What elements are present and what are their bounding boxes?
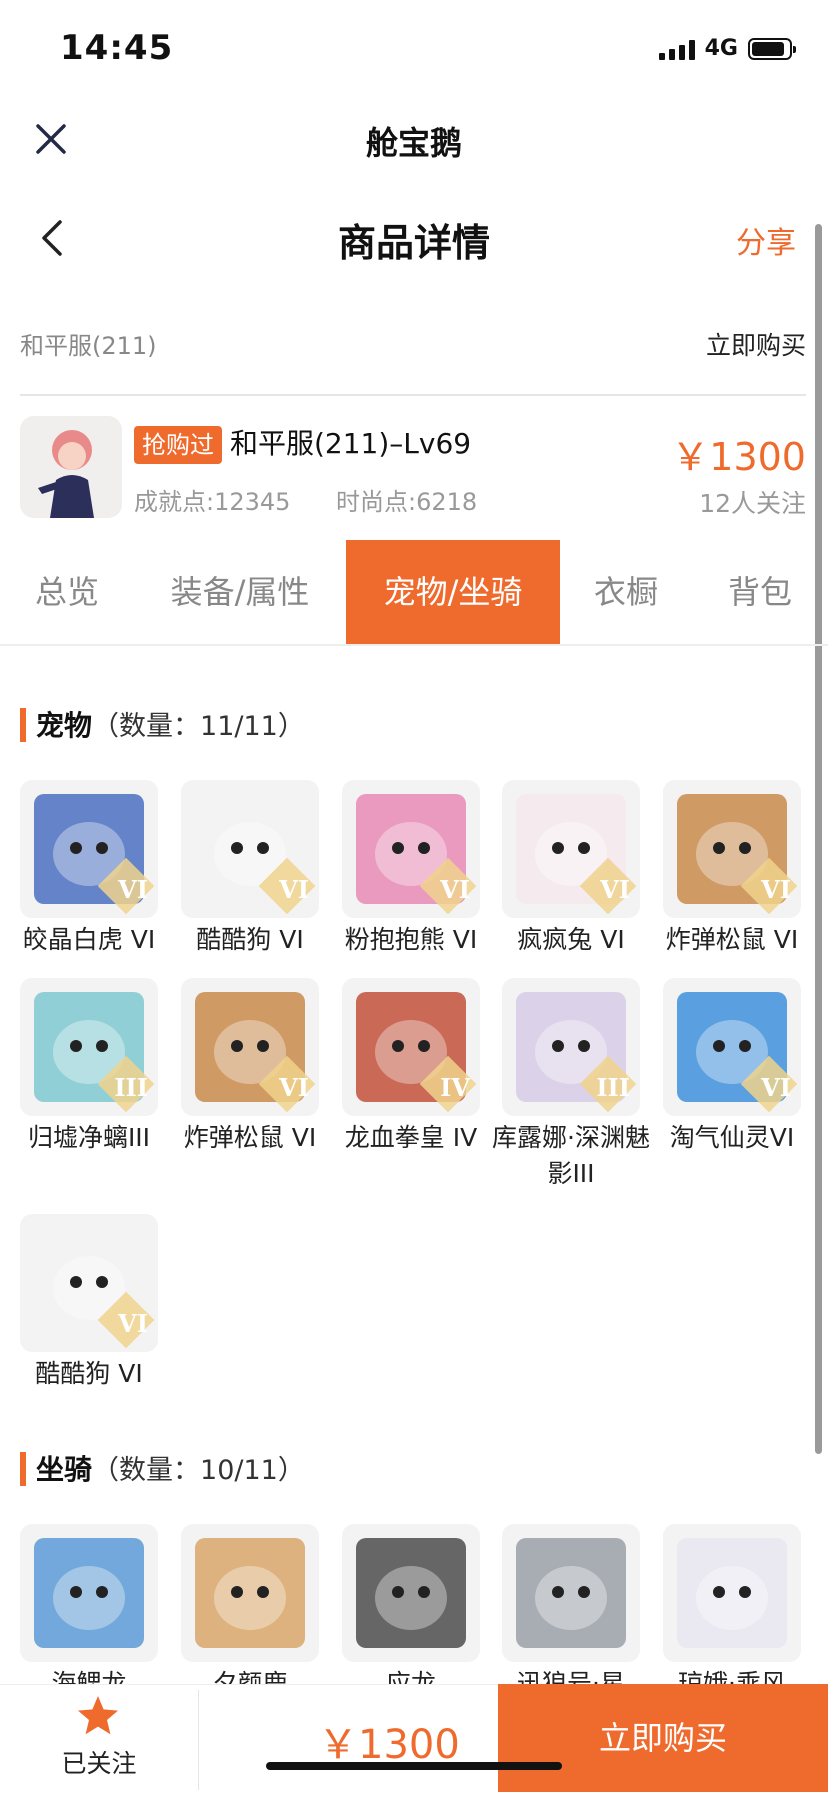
- follow-label[interactable]: 已关注: [0, 1744, 198, 1780]
- follower-count: 12人关注: [699, 489, 806, 518]
- pet-card[interactable]: VI: [181, 978, 319, 1116]
- rank-label: VI: [761, 875, 791, 904]
- mounts-section-title: 坐骑: [36, 1453, 93, 1486]
- network-type: 4G: [704, 36, 738, 61]
- pet-name: 炸弹松鼠 VI: [183, 1123, 317, 1152]
- pet-card[interactable]: VI: [181, 780, 319, 918]
- tab-overview[interactable]: 总览: [0, 540, 134, 644]
- pet-name: 酷酷狗 VI: [35, 1359, 143, 1388]
- pets-section-header: 宠物 （数量：11/11）: [36, 704, 305, 744]
- tab-pets-mounts[interactable]: 宠物/坐骑: [346, 540, 560, 644]
- mount-card[interactable]: [20, 1524, 158, 1662]
- app-title: 舱宝鹅: [365, 124, 462, 162]
- product-name: 和平服(211)–Lv69: [230, 427, 472, 460]
- mount-card[interactable]: [502, 1524, 640, 1662]
- rank-label: VI: [600, 875, 630, 904]
- pet-name: 淘气仙灵VI: [669, 1123, 795, 1152]
- pets-section-title: 宠物: [36, 709, 93, 742]
- rank-label: III: [596, 1073, 630, 1102]
- pet-name: 库露娜·深渊魅影III: [492, 1123, 650, 1188]
- pet-card[interactable]: III: [502, 978, 640, 1116]
- pet-card[interactable]: IV: [342, 978, 480, 1116]
- rank-label: VI: [279, 1073, 309, 1102]
- status-time: 14:45: [60, 28, 174, 68]
- status-badge: 抢购过: [134, 426, 222, 464]
- pet-name: 龙血拳皇 IV: [344, 1123, 478, 1152]
- star-icon[interactable]: [76, 1694, 120, 1738]
- pet-card[interactable]: III: [20, 978, 158, 1116]
- mounts-section-count: （数量：10/11）: [92, 1455, 305, 1486]
- pet-card[interactable]: VI: [20, 780, 158, 918]
- tab-bar: 总览 装备/属性 宠物/坐骑 衣橱 背包: [0, 540, 828, 646]
- share-button[interactable]: 分享: [736, 218, 796, 262]
- pet-card[interactable]: VI: [342, 780, 480, 918]
- pet-card[interactable]: VI: [663, 978, 801, 1116]
- rank-label: IV: [440, 1073, 470, 1102]
- buy-now-button[interactable]: 立即购买: [498, 1684, 828, 1792]
- mount-card[interactable]: [663, 1524, 801, 1662]
- status-indicators: 4G: [658, 36, 796, 61]
- section-marker: [20, 1452, 26, 1486]
- pet-card[interactable]: VI: [502, 780, 640, 918]
- pet-name: 疯疯兔 VI: [517, 925, 625, 954]
- pet-name: 归墟净螭III: [27, 1123, 151, 1152]
- pet-name: 粉抱抱熊 VI: [344, 925, 478, 954]
- tab-equipment[interactable]: 装备/属性: [134, 540, 346, 644]
- tab-wardrobe[interactable]: 衣橱: [560, 540, 692, 644]
- mount-card[interactable]: [342, 1524, 480, 1662]
- mounts-section-header: 坐骑 （数量：10/11）: [36, 1448, 305, 1488]
- server-label: 和平服(211): [20, 332, 157, 360]
- achievement-points: 成就点:12345: [134, 488, 291, 516]
- pets-section-count: （数量：11/11）: [92, 711, 305, 742]
- pet-name: 皎晶白虎 VI: [22, 925, 156, 954]
- divider: [20, 394, 806, 396]
- page-title: 商品详情: [337, 221, 490, 265]
- pet-name: 炸弹松鼠 VI: [665, 925, 799, 954]
- tab-backpack[interactable]: 背包: [692, 540, 828, 644]
- divider: [198, 1690, 199, 1790]
- rank-label: VI: [761, 1073, 791, 1102]
- battery-icon: [748, 37, 796, 60]
- fashion-points: 时尚点:6218: [336, 488, 478, 516]
- rank-label: VI: [440, 875, 470, 904]
- mount-card[interactable]: [181, 1524, 319, 1662]
- pet-card[interactable]: VI: [663, 780, 801, 918]
- buy-now-link[interactable]: 立即购买: [706, 326, 806, 362]
- rank-label: VI: [279, 875, 309, 904]
- rank-label: VI: [118, 1309, 148, 1338]
- signal-icon: [658, 38, 695, 60]
- pet-card[interactable]: VI: [20, 1214, 158, 1352]
- section-marker: [20, 708, 26, 742]
- home-indicator: [266, 1762, 562, 1770]
- rank-label: VI: [118, 875, 148, 904]
- character-avatar: [20, 416, 122, 518]
- product-price: ￥1300: [671, 435, 806, 479]
- rank-label: III: [114, 1073, 148, 1102]
- scrollbar[interactable]: [815, 224, 822, 1454]
- pet-name: 酷酷狗 VI: [196, 925, 304, 954]
